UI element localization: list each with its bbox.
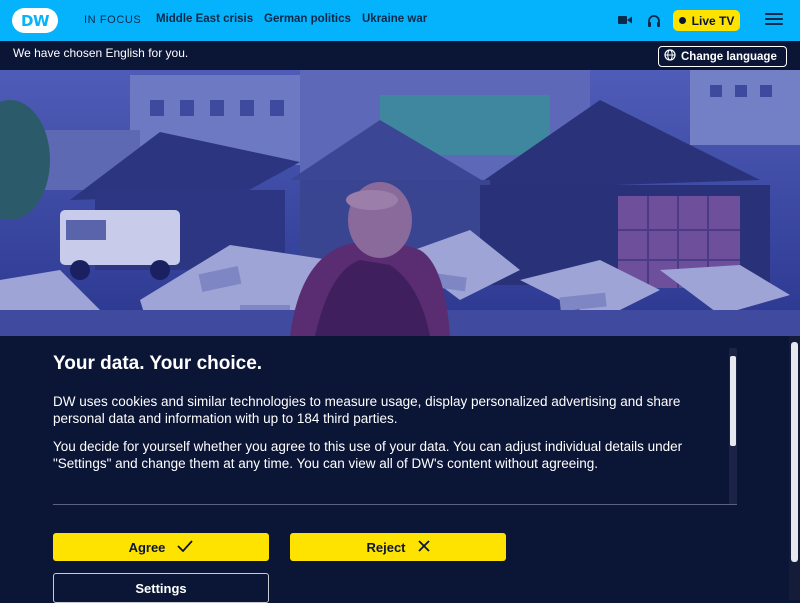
- page-scrollbar[interactable]: [789, 336, 800, 600]
- consent-divider: [53, 504, 737, 505]
- settings-button[interactable]: Settings: [53, 573, 269, 603]
- agree-label: Agree: [128, 539, 166, 555]
- consent-paragraph-2: You decide for yourself whether you agre…: [53, 439, 683, 471]
- nav-link-german-politics[interactable]: German politics: [264, 13, 351, 25]
- top-navigation-bar: DW IN FOCUS Middle East crisis German po…: [0, 0, 800, 41]
- settings-label: Settings: [135, 580, 187, 596]
- live-indicator-icon: [678, 17, 686, 24]
- consent-paragraph-1: DW uses cookies and similar technologies…: [53, 394, 681, 426]
- dw-logo[interactable]: DW: [12, 8, 58, 33]
- consent-title: Your data. Your choice.: [53, 353, 263, 374]
- page-scrollbar-thumb[interactable]: [791, 342, 798, 562]
- headphones-icon[interactable]: [645, 12, 663, 28]
- close-icon: [417, 539, 430, 555]
- consent-text-scrollbar-thumb[interactable]: [730, 356, 736, 446]
- change-language-button[interactable]: Change language: [658, 46, 787, 67]
- checkmark-icon: [177, 539, 194, 555]
- video-camera-icon[interactable]: [616, 12, 634, 28]
- consent-text-scrollbar[interactable]: [729, 348, 737, 505]
- live-tv-label: Live TV: [691, 13, 735, 28]
- change-language-label: Change language: [681, 50, 777, 63]
- cookie-consent-panel: Your data. Your choice. DW uses cookies …: [0, 336, 800, 603]
- hero-image: [0, 70, 800, 336]
- reject-button[interactable]: Reject: [290, 533, 506, 561]
- logo-text: DW: [21, 11, 50, 30]
- in-focus-label: IN FOCUS: [84, 14, 142, 26]
- reject-label: Reject: [366, 539, 406, 555]
- language-message: We have chosen English for you.: [13, 46, 189, 60]
- nav-link-ukraine-war[interactable]: Ukraine war: [362, 13, 427, 25]
- live-tv-button[interactable]: Live TV: [673, 10, 740, 31]
- globe-icon: [664, 48, 676, 66]
- agree-button[interactable]: Agree: [53, 533, 269, 561]
- hamburger-menu-icon[interactable]: [765, 13, 783, 27]
- nav-link-middle-east-crisis[interactable]: Middle East crisis: [156, 13, 253, 25]
